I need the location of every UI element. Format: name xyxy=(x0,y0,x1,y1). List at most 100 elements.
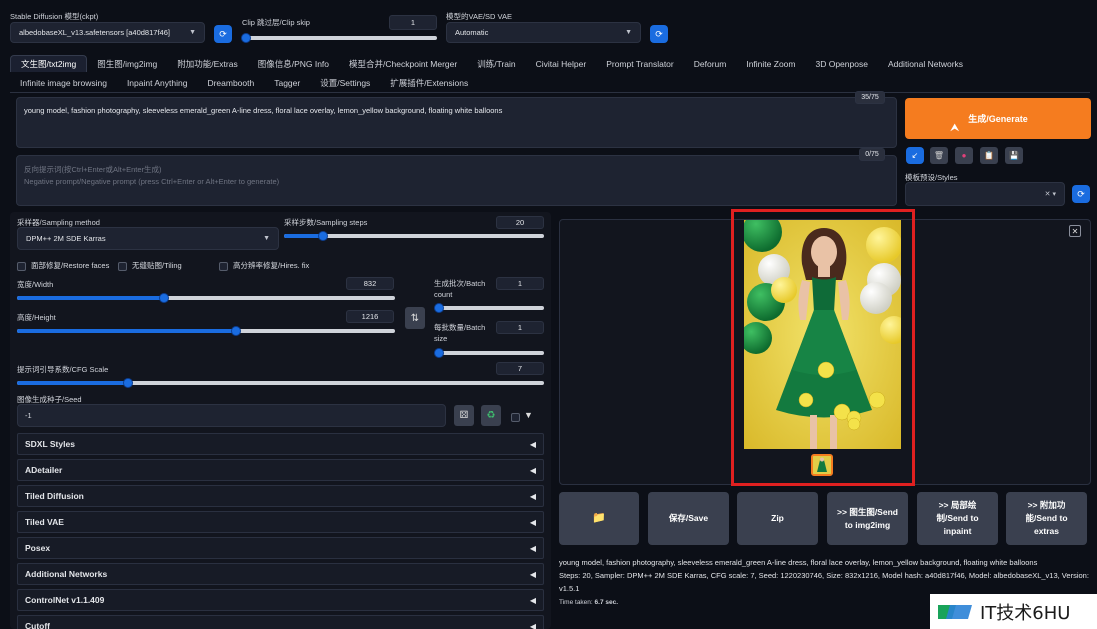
vae-value: Automatic xyxy=(455,28,489,37)
swap-dimensions-icon[interactable]: ⇅ xyxy=(405,307,425,329)
tab-1-0[interactable]: 文生图/txt2img xyxy=(10,55,88,72)
batch-count-label: 生成批次/Batch count xyxy=(434,279,486,299)
tab-2-0[interactable]: Infinite image browsing xyxy=(10,74,117,91)
cfg-slider[interactable] xyxy=(17,378,544,388)
chevron-down-icon: ▼ xyxy=(625,29,632,36)
dice-icon[interactable]: ⚄ xyxy=(454,405,474,426)
clear-chevron-icon: ✕ ▾ xyxy=(1044,191,1056,198)
tab-2-5[interactable]: 扩展插件/Extensions xyxy=(380,74,478,91)
clip-input[interactable]: 1 xyxy=(389,15,437,30)
collapse-triangle-icon: ◀ xyxy=(529,439,536,449)
accordion-label: Additional Networks xyxy=(25,569,108,579)
zip-button[interactable]: Zip xyxy=(737,492,818,545)
tab-1-11[interactable]: Additional Networks xyxy=(878,55,973,72)
sampling-method-value: DPM++ 2M SDE Karras xyxy=(26,234,106,243)
cursor-icon: ⮝ xyxy=(950,122,960,134)
send-to-inpaint-button[interactable]: >> 局部绘制/Send to inpaint xyxy=(917,492,998,545)
height-input[interactable]: 1216 xyxy=(346,310,394,323)
sampling-steps-input[interactable]: 20 xyxy=(496,216,544,229)
expand-triangle-icon[interactable]: ▼ xyxy=(524,410,533,420)
checkbox-icon xyxy=(17,261,26,271)
ckpt-label: Stable Diffusion 模型(ckpt) xyxy=(10,12,99,21)
cfg-input[interactable]: 7 xyxy=(496,362,544,375)
negative-prompt-placeholder: 反向提示词(按Ctrl+Enter或Alt+Enter生成) Negative … xyxy=(24,165,280,186)
tab-1-3[interactable]: 图像信息/PNG Info xyxy=(248,55,339,72)
tab-1-6[interactable]: Civitai Helper xyxy=(526,55,597,72)
clipboard-icon[interactable]: 📋 xyxy=(980,147,998,164)
batch-count-slider[interactable] xyxy=(434,303,544,313)
checkbox-hires-fix[interactable]: 高分辨率修复/Hires. fix xyxy=(219,260,309,271)
open-folder-button[interactable]: 📁 xyxy=(559,492,639,545)
refresh-icon[interactable]: ⟳ xyxy=(650,25,668,43)
accordion-label: ADetailer xyxy=(25,465,63,475)
accordion-label: SDXL Styles xyxy=(25,439,75,449)
tab-2-2[interactable]: Dreambooth xyxy=(197,74,264,91)
sampling-steps-slider[interactable] xyxy=(284,231,544,241)
accordion-7[interactable]: Cutoff ◀ xyxy=(17,615,544,629)
ckpt-select[interactable]: albedobaseXL_v13.safetensors [a40d817f46… xyxy=(10,22,205,43)
accordion-5[interactable]: Additional Networks ◀ xyxy=(17,563,544,585)
height-slider[interactable] xyxy=(17,326,395,336)
tab-1-5[interactable]: 训练/Train xyxy=(467,55,525,72)
save-style-icon[interactable]: 💾 xyxy=(1005,147,1023,164)
checkbox-restore-faces[interactable]: 面部修复/Restore faces xyxy=(17,260,109,271)
accordion-2[interactable]: Tiled Diffusion ◀ xyxy=(17,485,544,507)
refresh-icon[interactable]: ⟳ xyxy=(214,25,232,43)
negative-prompt-textarea[interactable]: 反向提示词(按Ctrl+Enter或Alt+Enter生成) Negative … xyxy=(16,155,897,206)
collapse-triangle-icon: ◀ xyxy=(529,465,536,475)
batch-size-label: 每批数量/Batch size xyxy=(434,323,486,343)
trash-icon[interactable]: 🗑 xyxy=(930,147,948,164)
recycle-icon[interactable]: ♻ xyxy=(481,405,501,426)
tab-1-9[interactable]: Infinite Zoom xyxy=(736,55,805,72)
collapse-triangle-icon: ◀ xyxy=(529,491,536,501)
send-to-extras-button[interactable]: >> 附加功能/Send to extras xyxy=(1006,492,1087,545)
close-icon[interactable]: ✕ xyxy=(1069,225,1081,237)
generation-info: young model, fashion photography, sleeve… xyxy=(559,556,1091,595)
save-button[interactable]: 保存/Save xyxy=(648,492,729,545)
tab-1-8[interactable]: Deforum xyxy=(684,55,737,72)
tab-1-4[interactable]: 模型合并/Checkpoint Merger xyxy=(339,55,467,72)
checkbox-tiling[interactable]: 无缝贴图/Tiling xyxy=(118,260,182,271)
collapse-triangle-icon: ◀ xyxy=(529,595,536,605)
time-taken: Time taken: 6.7 sec. xyxy=(559,599,619,606)
clip-label: Clip 跳过层/Clip skip xyxy=(242,18,310,27)
prompt-textarea[interactable]: young model, fashion photography, sleeve… xyxy=(16,97,897,148)
negative-token-count: 0/75 xyxy=(859,148,885,161)
accordion-label: ControlNet v1.1.409 xyxy=(25,595,105,605)
tab-2-3[interactable]: Tagger xyxy=(264,74,310,91)
tab-1-1[interactable]: 图生图/img2img xyxy=(87,55,167,72)
watermark: IT技术6HU xyxy=(930,594,1097,629)
accordion-4[interactable]: Posex ◀ xyxy=(17,537,544,559)
accordion-0[interactable]: SDXL Styles ◀ xyxy=(17,433,544,455)
refresh-icon[interactable]: ⟳ xyxy=(1072,185,1090,203)
tab-2-4[interactable]: 设置/Settings xyxy=(310,74,380,91)
generated-image[interactable] xyxy=(744,220,901,449)
width-slider[interactable] xyxy=(17,293,395,303)
lora-icon[interactable]: ● xyxy=(955,147,973,164)
generate-button[interactable]: 生成/Generate xyxy=(905,98,1091,139)
accordion-list: SDXL Styles ◀ ADetailer ◀ Tiled Diffusion ◀ Ti… xyxy=(17,433,544,629)
accordion-3[interactable]: Tiled VAE ◀ xyxy=(17,511,544,533)
vae-select[interactable]: Automatic ▼ xyxy=(446,22,641,43)
batch-size-slider[interactable] xyxy=(434,348,544,358)
seed-input[interactable]: -1 xyxy=(17,404,446,427)
styles-select[interactable]: ✕ ▾ xyxy=(905,182,1065,206)
folder-icon: 📁 xyxy=(592,512,606,524)
batch-count-input[interactable]: 1 xyxy=(496,277,544,290)
tab-1-10[interactable]: 3D Openpose xyxy=(805,55,877,72)
batch-size-input[interactable]: 1 xyxy=(496,321,544,334)
accordion-1[interactable]: ADetailer ◀ xyxy=(17,459,544,481)
paste-icon[interactable]: ↙ xyxy=(906,147,924,164)
thumbnail-image[interactable] xyxy=(811,454,833,476)
collapse-triangle-icon: ◀ xyxy=(529,621,536,629)
tab-1-7[interactable]: Prompt Translator xyxy=(596,55,684,72)
seed-extra-checkbox[interactable] xyxy=(511,412,525,423)
accordion-6[interactable]: ControlNet v1.1.409 ◀ xyxy=(17,589,544,611)
clip-slider[interactable] xyxy=(240,33,437,43)
send-to-img2img-button[interactable]: >> 图生图/Send to img2img xyxy=(827,492,908,545)
tab-2-1[interactable]: Inpaint Anything xyxy=(117,74,198,91)
width-input[interactable]: 832 xyxy=(346,277,394,290)
accordion-label: Posex xyxy=(25,543,51,553)
tab-1-2[interactable]: 附加功能/Extras xyxy=(167,55,247,72)
sampling-method-select[interactable]: DPM++ 2M SDE Karras ▼ xyxy=(17,227,279,250)
